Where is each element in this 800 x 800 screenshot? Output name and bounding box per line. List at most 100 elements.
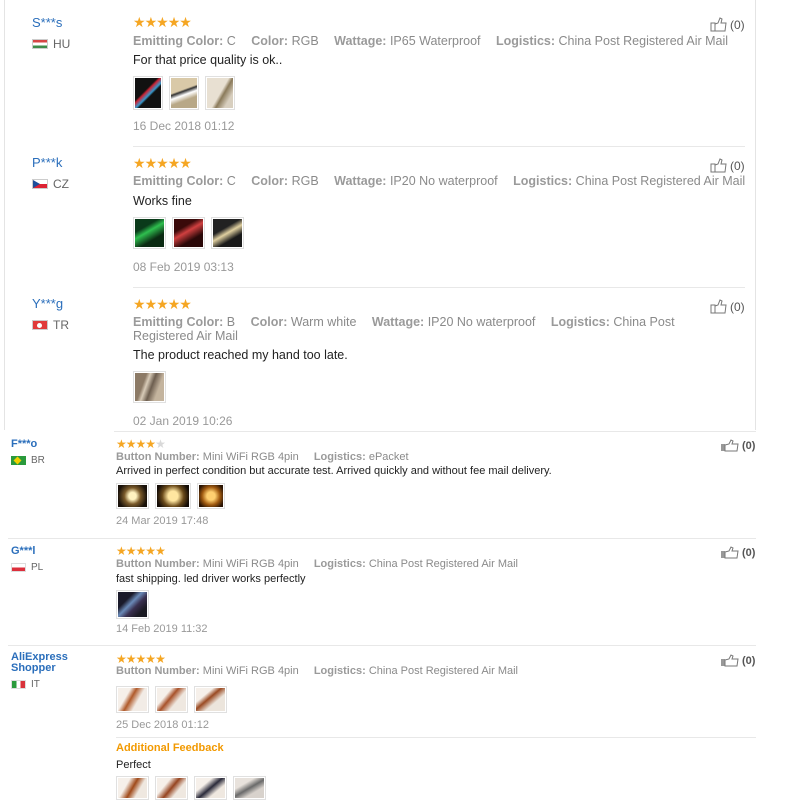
review-date: 24 Mar 2019 17:48 [116,515,209,527]
order-attributes: Button Number: Mini WiFi RGB 4pin Logist… [116,558,736,570]
additional-feedback-text: Perfect [116,759,151,771]
attr-label: Logistics: [313,665,366,677]
reviewer-name[interactable]: F***o [11,438,37,450]
star-icon: ★ [145,437,156,451]
helpful-count: (0) [730,17,745,32]
attr-label: Logistics: [513,174,573,188]
thumbs-up-icon [710,158,727,173]
helpful-button[interactable]: (0) [710,158,745,173]
order-attributes: Emitting Color: B Color: Warm white Watt… [133,315,733,343]
flag-tr-icon [32,320,48,330]
helpful-button[interactable]: (0) [720,439,755,452]
star-icon: ★ [125,544,137,558]
attr-label: Wattage: [371,315,425,329]
attr-value: C [226,34,236,48]
helpful-button[interactable]: (0) [720,546,755,559]
review-photo-thumbnail[interactable] [133,76,163,110]
thumbs-up-icon [710,17,727,32]
helpful-count: (0) [742,439,756,452]
order-attributes: Button Number: Mini WiFi RGB 4pin Logist… [116,665,736,677]
review-text: For that price quality is ok.. [133,53,283,67]
star-icon: ★ [167,296,181,312]
review-photo-thumbnail[interactable] [233,776,266,800]
star-rating: ★★★★★ [133,14,192,31]
star-icon: ★ [144,155,158,171]
review-photo-thumbnail[interactable] [169,76,199,110]
review-text: Arrived in perfect condition but accurat… [116,465,552,477]
review-photo-thumbnail[interactable] [155,483,191,509]
star-rating: ★★★★★ [116,544,166,558]
reviewer-country: PL [11,562,43,573]
review-photo-thumbnail[interactable] [116,686,149,713]
review-photo-thumbnail[interactable] [205,76,235,110]
review-photo-thumbnail[interactable] [155,686,188,713]
review-photo-thumbnail[interactable] [133,371,166,403]
country-code: TR [53,318,69,332]
thumbs-up-icon [710,299,727,314]
attr-label: Logistics: [496,34,556,48]
flag-cz-icon [32,179,48,189]
review-text: Works fine [133,194,192,208]
star-icon: ★ [133,296,146,312]
attr-value: IP20 No waterproof [427,315,536,329]
review-photos [116,686,227,713]
helpful-count: (0) [730,158,745,173]
star-icon: ★ [133,155,146,171]
thumbs-up-icon [721,439,739,452]
review-divider [8,645,756,646]
reviewer-country: IT [11,679,40,690]
attr-label: Color: [250,315,288,329]
review-divider [8,538,756,539]
star-icon: ★ [125,652,137,666]
review-text: The product reached my hand too late. [133,348,348,362]
review-photos [116,590,149,619]
review-photo-thumbnail[interactable] [194,686,227,713]
attr-value: RGB [291,174,319,188]
reviewer-name[interactable]: Y***g [32,296,63,311]
attr-value: B [226,315,236,329]
additional-feedback-photos [116,776,266,800]
attr-value: Mini WiFi RGB 4pin [202,558,299,570]
reviewer-name[interactable]: S***s [32,15,62,30]
review-photo-thumbnail[interactable] [211,217,244,249]
helpful-button[interactable]: (0) [720,654,755,667]
reviewer-name[interactable]: AliExpress Shopper [11,652,91,674]
star-icon: ★ [116,544,127,558]
star-rating: ★★★★★ [133,296,192,313]
order-attributes: Emitting Color: C Color: RGB Wattage: IP… [133,34,733,48]
review-photo-thumbnail[interactable] [155,776,188,800]
review-photo-thumbnail[interactable] [116,776,149,800]
attr-value: Warm white [290,315,357,329]
helpful-button[interactable]: (0) [710,299,745,314]
review-photos [116,483,225,509]
review-date: 14 Feb 2019 11:32 [116,623,208,635]
attr-label: Wattage: [334,34,387,48]
review-photo-thumbnail[interactable] [133,217,166,249]
attr-value: China Post Registered Air Mail [368,665,519,677]
review-photos [133,76,235,110]
star-rating: ★★★★★ [116,652,166,666]
review-photo-thumbnail[interactable] [194,776,227,800]
star-icon: ★ [145,652,156,666]
attr-value: IP65 Waterproof [389,34,481,48]
review-photo-thumbnail[interactable] [172,217,205,249]
attr-value: Mini WiFi RGB 4pin [202,665,299,677]
attr-value: Mini WiFi RGB 4pin [202,451,299,463]
star-icon: ★ [179,296,192,312]
order-attributes: Button Number: Mini WiFi RGB 4pin Logist… [116,451,736,463]
helpful-count: (0) [742,546,756,559]
review-photo-thumbnail[interactable] [197,483,225,509]
star-icon: ★ [116,437,127,451]
reviewer-country: TR [32,318,69,332]
review-photo-thumbnail[interactable] [116,590,149,619]
star-icon: ★ [144,14,158,30]
review-photo-thumbnail[interactable] [116,483,149,509]
helpful-button[interactable]: (0) [710,17,745,32]
star-icon: ★ [116,652,127,666]
reviewer-name[interactable]: G***l [11,545,35,557]
review-photos [133,371,166,403]
reviewer-name[interactable]: P***k [32,155,62,170]
star-icon: ★ [145,544,156,558]
order-attributes: Emitting Color: C Color: RGB Wattage: IP… [133,174,753,188]
star-icon: ★ [156,296,169,312]
